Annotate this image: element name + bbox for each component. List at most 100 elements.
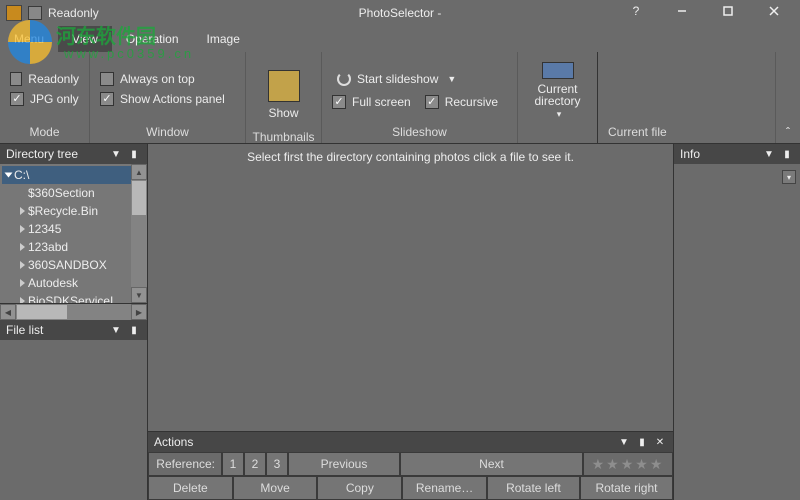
tree-horizontal-scrollbar[interactable]: ◀ ▶ bbox=[0, 304, 147, 320]
group-thumbnails-label: Thumbnails bbox=[246, 130, 321, 144]
expander-icon[interactable] bbox=[5, 173, 13, 178]
titlebar: Readonly PhotoSelector - ? bbox=[0, 0, 800, 26]
panel-menu-icon[interactable]: ▼ bbox=[762, 147, 776, 161]
delete-button[interactable]: Delete bbox=[148, 476, 233, 500]
group-current-file-label-2: Current file bbox=[598, 125, 775, 143]
help-button[interactable]: ? bbox=[614, 0, 658, 22]
rename-button[interactable]: Rename… bbox=[402, 476, 487, 500]
always-on-top-label: Always on top bbox=[120, 72, 195, 86]
tree-item-label: $360Section bbox=[28, 186, 95, 200]
expander-icon[interactable] bbox=[20, 243, 25, 251]
jpg-only-label: JPG only bbox=[30, 92, 79, 106]
tree-list[interactable]: C:\ $360Section $Recycle.Bin 12345 123ab… bbox=[0, 164, 131, 303]
image-viewer: Select first the directory containing ph… bbox=[148, 144, 673, 431]
show-actions-label: Show Actions panel bbox=[120, 92, 225, 106]
next-button[interactable]: Next bbox=[400, 452, 583, 476]
thumbnails-icon bbox=[268, 70, 300, 102]
tree-item[interactable]: 360SANDBOX bbox=[2, 256, 131, 274]
full-screen-checkbox[interactable]: Full screen bbox=[332, 95, 411, 109]
reference-label: Reference: bbox=[148, 452, 222, 476]
pin-icon[interactable]: ▮ bbox=[780, 147, 794, 161]
show-actions-checkbox[interactable]: Show Actions panel bbox=[100, 92, 235, 106]
expander-icon[interactable] bbox=[20, 189, 25, 197]
info-body: ▾ bbox=[674, 164, 800, 500]
slideshow-icon bbox=[337, 72, 351, 86]
readonly-checkbox[interactable]: Readonly bbox=[10, 72, 79, 86]
reference-2-button[interactable]: 2 bbox=[244, 452, 266, 476]
close-icon[interactable]: ✕ bbox=[653, 435, 667, 449]
start-slideshow-button[interactable]: Start slideshow ▼ bbox=[332, 69, 507, 89]
actions-header[interactable]: Actions ▼ ▮ ✕ bbox=[148, 432, 673, 452]
copy-button[interactable]: Copy bbox=[317, 476, 402, 500]
tree-item-label: 360SANDBOX bbox=[28, 258, 107, 272]
expander-icon[interactable] bbox=[20, 297, 25, 303]
titlebar-readonly-checkbox[interactable] bbox=[28, 6, 42, 20]
pin-icon[interactable]: ▮ bbox=[127, 323, 141, 337]
show-thumbnails-label: Show bbox=[268, 106, 298, 120]
info-header[interactable]: Info ▼ ▮ bbox=[674, 144, 800, 164]
menu-menu[interactable]: Menu bbox=[0, 26, 58, 52]
scroll-thumb[interactable] bbox=[17, 305, 67, 319]
tree-vertical-scrollbar[interactable]: ▲ ▼ bbox=[131, 164, 147, 303]
menu-view[interactable]: View bbox=[58, 26, 112, 52]
panel-menu-icon[interactable]: ▼ bbox=[109, 323, 123, 337]
panel-menu-icon[interactable]: ▼ bbox=[617, 435, 631, 449]
file-list-title: File list bbox=[6, 323, 43, 337]
group-current-file-label bbox=[518, 130, 597, 143]
full-screen-label: Full screen bbox=[352, 95, 411, 109]
move-button[interactable]: Move bbox=[233, 476, 318, 500]
tree-item[interactable]: Autodesk bbox=[2, 274, 131, 292]
recursive-checkbox[interactable]: Recursive bbox=[425, 95, 498, 109]
info-panel: Info ▼ ▮ ▾ bbox=[674, 144, 800, 500]
always-on-top-checkbox[interactable]: Always on top bbox=[100, 72, 235, 86]
file-list-body[interactable] bbox=[0, 340, 147, 500]
tree-item[interactable]: 12345 bbox=[2, 220, 131, 238]
close-button[interactable] bbox=[752, 0, 796, 22]
show-thumbnails-button[interactable]: Show bbox=[260, 58, 308, 124]
expander-icon[interactable] bbox=[20, 207, 25, 215]
workspace: Directory tree ▼ ▮ C:\ $360Section $Recy… bbox=[0, 144, 800, 500]
scroll-down-icon[interactable]: ▼ bbox=[131, 287, 147, 303]
rating-stars[interactable]: ★★★★★ bbox=[583, 452, 673, 476]
tree-item[interactable]: BioSDKServiceI bbox=[2, 292, 131, 303]
pin-icon[interactable]: ▮ bbox=[635, 435, 649, 449]
rotate-right-button[interactable]: Rotate right bbox=[580, 476, 673, 500]
minimize-button[interactable] bbox=[660, 0, 704, 22]
tree-item[interactable]: 123abd bbox=[2, 238, 131, 256]
directory-tree-header[interactable]: Directory tree ▼ ▮ bbox=[0, 144, 147, 164]
titlebar-readonly-label: Readonly bbox=[48, 6, 99, 20]
current-directory-button[interactable]: Current directory ▾ bbox=[527, 58, 589, 124]
center-pane: Select first the directory containing ph… bbox=[148, 144, 674, 500]
tree-item[interactable]: $360Section bbox=[2, 184, 131, 202]
readonly-label: Readonly bbox=[28, 72, 79, 86]
tree-root[interactable]: C:\ bbox=[2, 166, 131, 184]
reference-1-button[interactable]: 1 bbox=[222, 452, 244, 476]
expander-icon[interactable] bbox=[20, 279, 25, 287]
jpg-only-checkbox[interactable]: JPG only bbox=[10, 92, 79, 106]
maximize-button[interactable] bbox=[706, 0, 750, 22]
expander-icon[interactable] bbox=[20, 225, 25, 233]
expander-icon[interactable] bbox=[20, 261, 25, 269]
tree-item-label: 12345 bbox=[28, 222, 61, 236]
scroll-up-icon[interactable]: ▲ bbox=[131, 164, 147, 180]
scroll-left-icon[interactable]: ◀ bbox=[0, 304, 16, 320]
pin-icon[interactable]: ▮ bbox=[127, 147, 141, 161]
menu-operation[interactable]: Operation bbox=[112, 26, 193, 52]
start-slideshow-label: Start slideshow bbox=[357, 72, 438, 86]
panel-menu-icon[interactable]: ▼ bbox=[109, 147, 123, 161]
previous-button[interactable]: Previous bbox=[288, 452, 400, 476]
scroll-thumb[interactable] bbox=[132, 181, 146, 215]
menu-image[interactable]: Image bbox=[193, 26, 254, 52]
scroll-right-icon[interactable]: ▶ bbox=[131, 304, 147, 320]
reference-3-button[interactable]: 3 bbox=[266, 452, 288, 476]
group-window-label: Window bbox=[90, 125, 245, 143]
actions-panel: Actions ▼ ▮ ✕ Reference: 1 2 3 Previous … bbox=[148, 431, 673, 500]
collapse-ribbon-button[interactable]: ˆ bbox=[776, 125, 800, 143]
file-list-header[interactable]: File list ▼ ▮ bbox=[0, 320, 147, 340]
rotate-left-button[interactable]: Rotate left bbox=[487, 476, 580, 500]
tree-item[interactable]: $Recycle.Bin bbox=[2, 202, 131, 220]
viewer-placeholder: Select first the directory containing ph… bbox=[247, 150, 574, 431]
current-directory-label: Current directory bbox=[535, 82, 581, 108]
ribbon: Readonly JPG only Mode Always on top Sho… bbox=[0, 52, 800, 144]
info-dropdown-button[interactable]: ▾ bbox=[782, 170, 796, 184]
